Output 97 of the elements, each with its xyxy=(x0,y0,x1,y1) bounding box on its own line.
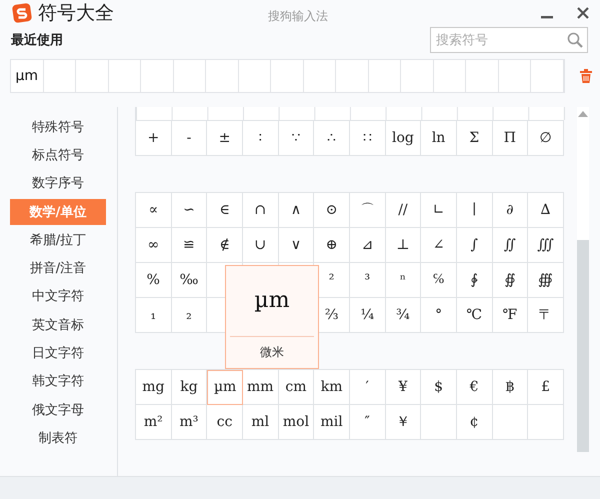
symbol-cell[interactable]: 〒 xyxy=(528,298,564,333)
scrollbar[interactable] xyxy=(577,106,589,452)
scroll-up-icon[interactable] xyxy=(578,110,588,117)
symbol-cell[interactable]: ￥ xyxy=(386,404,422,440)
symbol-cell[interactable]: ∈ xyxy=(207,192,243,228)
symbol-cell[interactable]: ∪ xyxy=(242,228,279,263)
window-title: 符号大全 xyxy=(38,1,114,26)
symbol-cell[interactable]: ¥ xyxy=(386,370,422,405)
category-item[interactable]: 中文字符 xyxy=(10,283,106,310)
symbol-cell[interactable]: Σ xyxy=(456,120,493,156)
symbol-cell[interactable]: ln xyxy=(421,120,457,156)
symbol-cell[interactable]: ∝ xyxy=(136,192,172,228)
symbol-cell[interactable]: ⊕ xyxy=(314,228,350,263)
symbol-cell[interactable]: € xyxy=(456,370,493,405)
symbol-cell[interactable]: ∴ xyxy=(314,120,350,156)
symbol-cell[interactable]: ⁿ xyxy=(386,262,422,298)
symbol-cell[interactable]: ฿ xyxy=(492,370,528,405)
category-item[interactable]: 日文字符 xyxy=(10,340,106,366)
app-name: 搜狗输入法 xyxy=(268,8,328,25)
logo-icon xyxy=(12,3,32,23)
symbol-cell[interactable]: mil xyxy=(314,404,350,440)
search-field[interactable]: 搜索符号 xyxy=(430,27,588,54)
symbol-cell[interactable]: £ xyxy=(528,370,564,405)
symbol-cell[interactable]: ∂ xyxy=(492,192,528,228)
symbol-cell[interactable]: log xyxy=(386,120,422,156)
symbol-cell[interactable]: ° xyxy=(421,298,457,333)
symbol-cell[interactable]: ∽ xyxy=(172,192,208,228)
trash-icon[interactable] xyxy=(580,68,592,83)
symbol-cell[interactable]: ∬ xyxy=(492,228,528,263)
symbol-cell[interactable]: ¼ xyxy=(350,298,386,333)
symbol-cell[interactable]: ¢ xyxy=(456,404,493,440)
category-item[interactable]: 英文音标 xyxy=(10,312,106,338)
symbol-cell[interactable]: ⊿ xyxy=(350,228,386,263)
symbol-cell[interactable]: ³ xyxy=(350,262,386,298)
symbol-cell[interactable]: ¾ xyxy=(386,298,422,333)
symbol-cell[interactable]: % xyxy=(136,262,172,298)
category-item[interactable]: 特殊符号 xyxy=(10,114,106,140)
category-item[interactable]: 拼音/注音 xyxy=(10,255,106,282)
symbol-cell[interactable]: ∉ xyxy=(207,228,243,263)
category-item[interactable]: 数字序号 xyxy=(10,170,106,196)
symbol-cell[interactable]: mol xyxy=(278,404,314,440)
tooltip-label: 微米 xyxy=(259,344,285,361)
empty-cell[interactable] xyxy=(421,404,457,440)
symbol-cell[interactable]: cc xyxy=(207,404,243,440)
symbol-cell[interactable]: kg xyxy=(172,370,208,405)
category-item[interactable]: 制表符 xyxy=(10,424,106,451)
symbol-cell[interactable]: ∞ xyxy=(136,228,172,263)
symbol-cell[interactable]: ∧ xyxy=(278,192,314,228)
symbol-cell[interactable]: ℉ xyxy=(492,298,528,333)
category-item[interactable]: 韩文字符 xyxy=(10,368,106,394)
symbol-cell[interactable]: ∷ xyxy=(350,120,386,156)
symbol-cell[interactable]: ∠ xyxy=(421,228,457,263)
symbol-cell[interactable]: ∯ xyxy=(492,262,528,298)
category-item[interactable]: 希腊/拉丁 xyxy=(10,226,106,253)
symbol-cell[interactable]: ℅ xyxy=(421,262,457,298)
symbol-cell[interactable]: ∰ xyxy=(528,262,564,298)
search-icon xyxy=(567,32,583,48)
symbol-cell[interactable]: ml xyxy=(242,404,279,440)
symbol-cell[interactable]: ∫ xyxy=(456,228,493,263)
symbol-cell[interactable]: ∭ xyxy=(528,228,564,263)
symbol-cell[interactable]: ∅ xyxy=(528,120,564,156)
symbol-cell[interactable]: ∨ xyxy=(278,228,314,263)
symbol-cell[interactable]: km xyxy=(314,370,350,405)
symbol-cell[interactable]: ₂ xyxy=(172,298,208,333)
category-item[interactable]: 标点符号 xyxy=(10,142,106,168)
close-icon[interactable] xyxy=(576,6,590,20)
symbol-cell[interactable]: $ xyxy=(421,370,457,405)
symbol-cell[interactable]: Π xyxy=(492,120,528,156)
symbol-cell[interactable]: ∲ xyxy=(456,262,493,298)
symbol-cell[interactable]: µm xyxy=(207,370,243,405)
symbol-cell[interactable]: - xyxy=(172,120,208,156)
symbol-cell[interactable]: m² xyxy=(136,404,172,440)
symbol-cell[interactable]: ± xyxy=(207,120,243,156)
symbol-cell[interactable]: + xyxy=(136,120,172,156)
symbol-cell[interactable]: ⌒ xyxy=(350,192,386,228)
symbol-cell[interactable]: m³ xyxy=(172,404,208,440)
symbol-cell[interactable]: ∟ xyxy=(421,192,457,228)
symbol-cell[interactable]: ⊥ xyxy=(386,228,422,263)
symbol-cell[interactable]: ₁ xyxy=(136,298,172,333)
symbol-cell[interactable]: ′ xyxy=(350,370,386,405)
section-label: 最近使用 xyxy=(11,32,63,50)
symbol-cell[interactable]: ∣ xyxy=(456,192,493,228)
category-item[interactable]: 俄文字母 xyxy=(10,396,106,423)
symbol-cell[interactable]: ∆ xyxy=(528,192,564,228)
symbol-cell[interactable]: mg xyxy=(136,370,172,405)
empty-cell[interactable] xyxy=(528,404,564,440)
scrollbar-thumb[interactable] xyxy=(577,240,589,452)
symbol-cell[interactable]: ∩ xyxy=(242,192,279,228)
symbol-cell[interactable]: ⊙ xyxy=(314,192,350,228)
symbol-cell[interactable]: // xyxy=(386,192,422,228)
symbol-cell[interactable]: ≌ xyxy=(172,228,208,263)
symbol-cell[interactable]: ∶ xyxy=(242,120,279,156)
symbol-cell[interactable]: ℃ xyxy=(456,298,493,333)
symbol-cell[interactable]: ∵ xyxy=(278,120,314,156)
empty-cell[interactable] xyxy=(492,404,528,440)
symbol-cell[interactable]: ″ xyxy=(350,404,386,440)
symbol-cell[interactable]: ‰ xyxy=(172,262,208,298)
